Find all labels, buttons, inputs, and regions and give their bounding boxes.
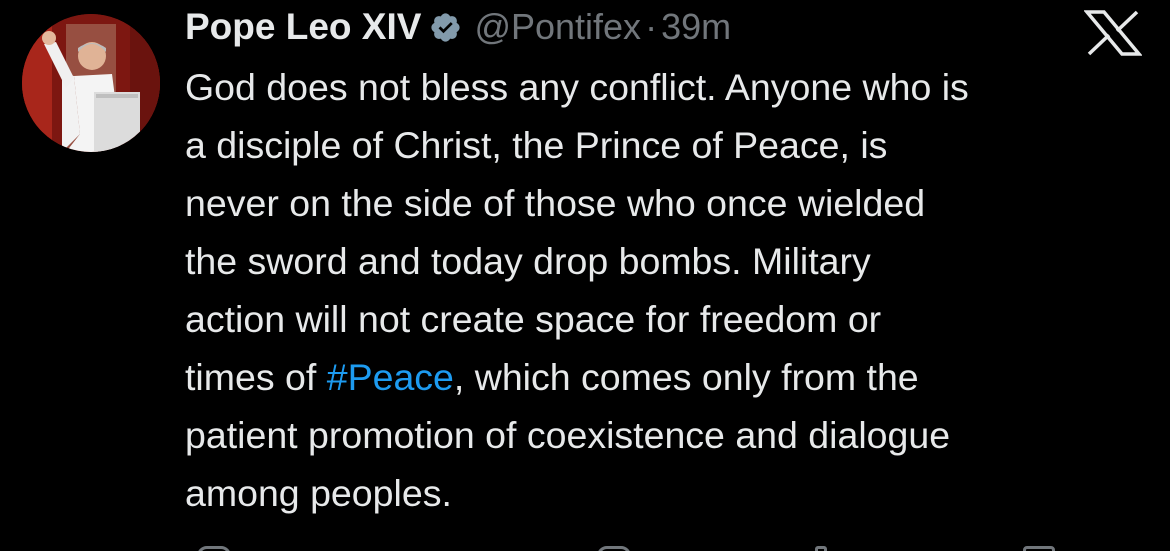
views-icon[interactable] (815, 546, 827, 551)
x-logo-icon (1083, 10, 1143, 56)
bookmark-icon[interactable] (1023, 546, 1055, 551)
display-name[interactable]: Pope Leo XIV (185, 6, 421, 48)
text-segment: a disciple of Christ, the Prince of Peac… (185, 124, 888, 166)
tweet-text-line: a disciple of Christ, the Prince of Peac… (185, 116, 1145, 174)
text-segment: never on the side of those who once wiel… (185, 182, 926, 224)
verified-badge-icon (429, 11, 462, 44)
tweet-actions (185, 540, 1145, 551)
tweet-text-line: the sword and today drop bombs. Military (185, 232, 1145, 290)
reply-icon[interactable] (197, 546, 231, 551)
timestamp[interactable]: 39m (661, 6, 731, 48)
text-segment: times of (185, 356, 327, 398)
text-segment: among peoples. (185, 472, 452, 514)
tweet-text-line: action will not create space for freedom… (185, 290, 1145, 348)
like-icon[interactable] (597, 546, 631, 551)
text-segment: God does not bless any conflict. Anyone … (185, 66, 969, 108)
text-segment: patient promotion of coexistence and dia… (185, 414, 951, 456)
tweet-text-line: times of #Peace, which comes only from t… (185, 348, 1145, 406)
tweet-text-line: among peoples. (185, 464, 1145, 522)
tweet-text-line: God does not bless any conflict. Anyone … (185, 58, 1145, 116)
tweet-text: God does not bless any conflict. Anyone … (185, 58, 1145, 522)
tweet-text-line: never on the side of those who once wiel… (185, 174, 1145, 232)
text-segment: the sword and today drop bombs. Military (185, 240, 871, 282)
text-segment: action will not create space for freedom… (185, 298, 882, 340)
user-handle[interactable]: @Pontifex (474, 6, 641, 48)
separator-dot: · (645, 6, 658, 47)
text-segment: , which comes only from the (453, 356, 919, 398)
user-avatar[interactable] (22, 14, 160, 152)
hashtag-link[interactable]: #Peace (327, 356, 454, 398)
tweet-header: Pope Leo XIV @Pontifex · 39m (185, 2, 731, 52)
tweet-text-line: patient promotion of coexistence and dia… (185, 406, 1145, 464)
tweet[interactable]: Pope Leo XIV @Pontifex · 39m God does no… (0, 0, 1170, 551)
